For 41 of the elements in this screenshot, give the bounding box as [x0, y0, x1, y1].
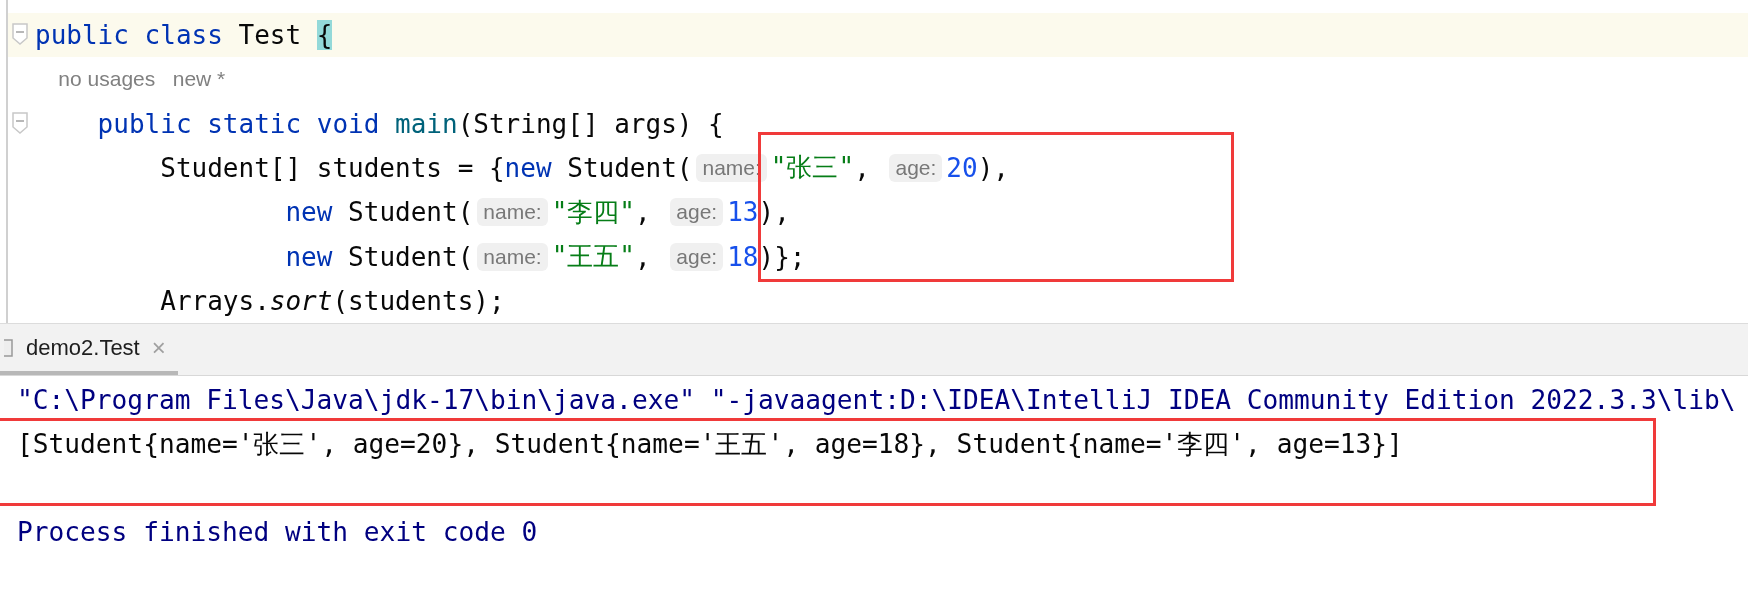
code-token: public class — [35, 20, 224, 51]
parameter-hint: age: — [889, 154, 943, 182]
code-token: 13 — [727, 197, 759, 228]
code-token: (students); — [332, 285, 505, 316]
console-line: "C:\Program Files\Java\jdk-17\bin\java.exe" "-javaagent:D:\IDEA\IntelliJ IDEA Community Edition 2022.3.3\lib\ — [17, 385, 1736, 415]
code-token: , — [854, 153, 871, 183]
usage-hint: no usages new * — [57, 67, 226, 92]
code-token: 18 — [727, 241, 759, 272]
parameter-hint: name: — [477, 198, 548, 227]
code-token: ), — [758, 197, 790, 228]
code-token: public static void — [96, 108, 381, 139]
code-token: "张三" — [770, 151, 855, 185]
code-token: Student( — [348, 241, 474, 272]
code-token: { — [316, 20, 333, 51]
run-tab[interactable]: demo2.Test × — [0, 324, 178, 375]
code-token: "李四" — [551, 195, 635, 229]
code-token: ), — [977, 153, 1009, 183]
parameter-hint: age: — [670, 242, 724, 271]
code-token: Student( — [567, 153, 693, 183]
code-token: main — [395, 108, 458, 139]
fold-icon[interactable] — [12, 111, 28, 134]
parameter-hint: age: — [670, 198, 724, 227]
code-token: 20 — [946, 153, 978, 183]
code-token: Arrays. — [159, 285, 270, 316]
parameter-hint: name: — [696, 154, 767, 182]
code-token: , — [635, 241, 652, 272]
code-token: new — [284, 197, 334, 228]
parameter-hint: name: — [477, 242, 548, 271]
code-token: )}; — [758, 241, 806, 272]
code-token: , — [635, 197, 652, 228]
console-line: [Student{name='张三', age=20}, Student{name='王五', age=18}, Student{name='李四', age=13}] — [17, 427, 1403, 461]
code-token: Test — [238, 20, 303, 51]
code-token: "王五" — [551, 240, 635, 274]
fold-icon[interactable] — [12, 23, 28, 45]
code-token: sort — [269, 285, 333, 316]
code-token: new — [284, 241, 334, 272]
code-token: Student( — [348, 197, 474, 228]
code-token: Student[] students = { — [159, 153, 505, 183]
code-token: (String[] args) { — [457, 108, 724, 139]
console-line: Process finished with exit code 0 — [17, 517, 538, 547]
code-token: new — [504, 153, 553, 183]
